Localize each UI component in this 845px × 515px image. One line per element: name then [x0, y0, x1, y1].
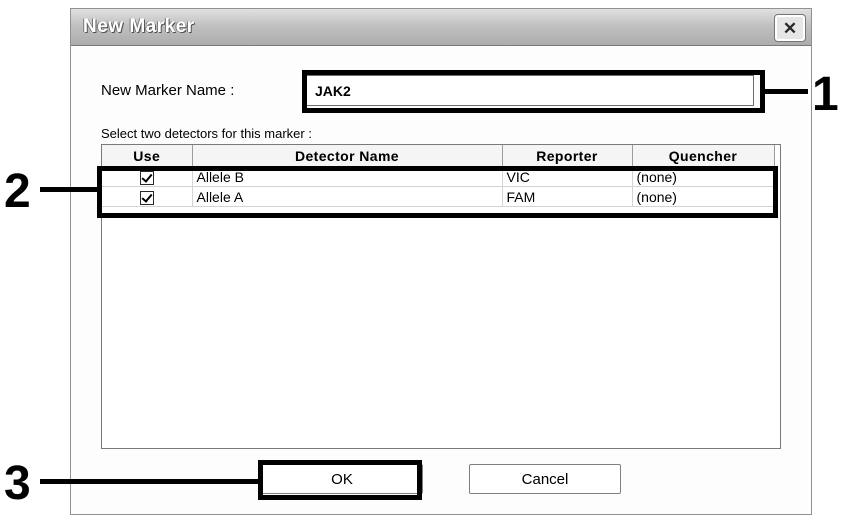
column-header-use[interactable]: Use: [102, 145, 193, 167]
marker-name-label: New Marker Name :: [101, 82, 235, 99]
cancel-button[interactable]: Cancel: [469, 464, 621, 494]
column-header-reporter[interactable]: Reporter: [502, 145, 633, 167]
column-header-detector-name[interactable]: Detector Name: [192, 145, 503, 167]
close-icon: ✕: [782, 18, 798, 38]
column-header-quencher[interactable]: Quencher: [632, 145, 775, 167]
callout-number-3: 3: [4, 457, 31, 510]
callout-line-1: [765, 89, 808, 94]
callout-box-1: [302, 70, 765, 113]
table-header-row: Use Detector Name Reporter Quencher: [102, 145, 775, 167]
callout-line-2: [40, 187, 97, 192]
callout-line-3: [40, 479, 258, 484]
callout-number-2: 2: [4, 165, 31, 218]
callout-number-1: 1: [812, 68, 839, 121]
dialog-title: New Marker: [83, 16, 195, 37]
title-bar[interactable]: New Marker ✕: [71, 9, 811, 46]
close-button[interactable]: ✕: [775, 15, 805, 41]
callout-box-3: [258, 460, 422, 500]
select-detectors-label: Select two detectors for this marker :: [101, 126, 312, 141]
callout-box-2: [97, 166, 778, 218]
